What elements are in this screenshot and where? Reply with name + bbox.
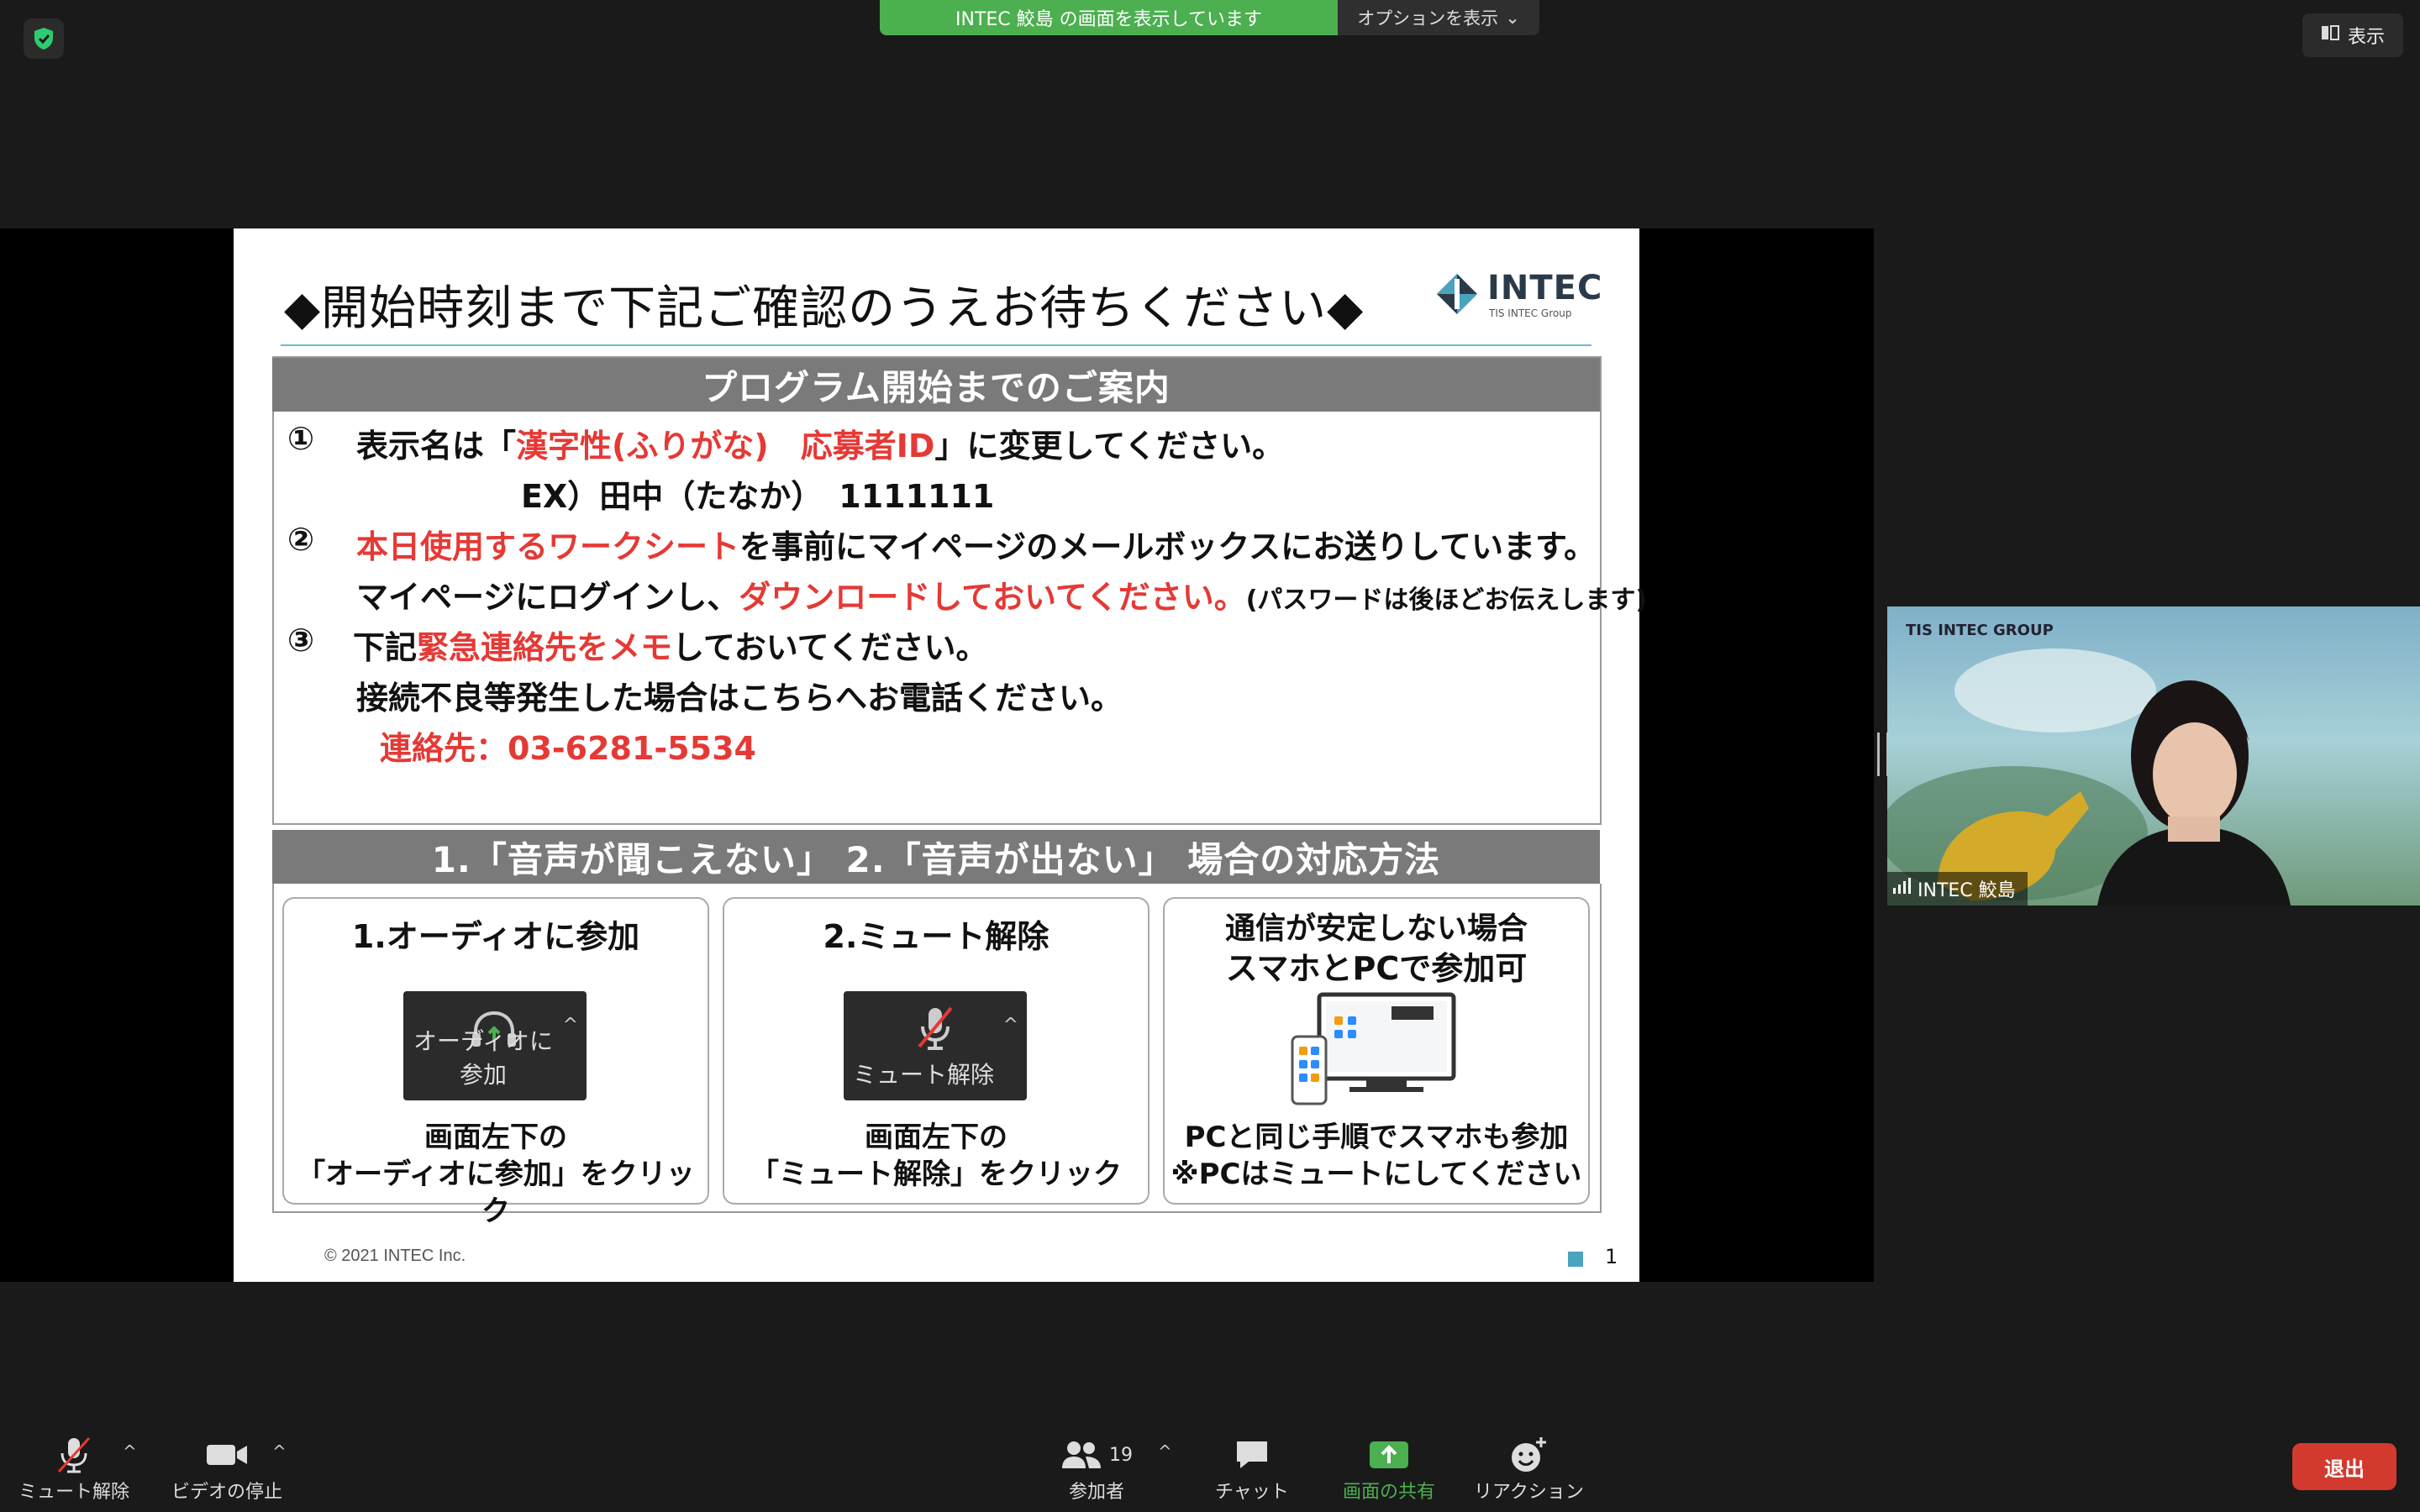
view-options-label: オプションを表示 [1357,8,1499,29]
item1-example: EX）田中（たなか） 1111111 [521,478,995,515]
stop-video-label: ビデオの停止 [171,1482,283,1503]
security-shield-icon[interactable] [24,18,64,59]
reactions-label: リアクション [1474,1482,1584,1503]
audio-options-caret-icon[interactable]: ^ [123,1441,137,1462]
share-screen-icon [1368,1433,1410,1477]
chevron-down-icon: ⌄ [1505,8,1520,28]
logo-name: INTEC [1487,269,1603,307]
view-label: 表示 [2347,27,2385,48]
title-divider [281,344,1591,346]
item2-text-line2: マイページにログインし、ダウンロードしておいてください。(パスワードは後ほどお伝… [356,579,1648,616]
card-title-line1: 通信が安定しない場合 [1224,911,1528,946]
participants-label: 参加者 [1068,1482,1124,1503]
signal-strength-icon [1892,878,1911,900]
slide-copyright: © 2021 INTEC Inc. [324,1247,466,1265]
card-smartphone: 通信が安定しない場合 スマホとPCで参加可 PCと同じ手順でスマホも参加 ※PC… [1163,897,1590,1205]
card-desc-line2: ※PCはミュートにしてください [1171,1158,1582,1191]
item2-number: ② [287,521,315,558]
section-heading-guide: プログラム開始までのご案内 [272,358,1600,412]
chat-button[interactable]: チャット [1215,1433,1289,1504]
view-options-button[interactable]: オプションを表示 ⌄ [1338,0,1539,35]
card-title: 2.ミュート解除 [823,918,1050,955]
card-desc-line1: PCと同じ手順でスマホも参加 [1184,1121,1569,1154]
card-join-audio: 1.オーディオに参加 ^ オーディオに参加 画面左下の 「オーディオに参加」をク… [282,897,709,1228]
share-screen-label: 画面の共有 [1343,1482,1436,1503]
screen-share-banner: INTEC 鮫島 の画面を表示しています [880,0,1338,35]
card-desc-line1: 画面左下の [865,1121,1007,1154]
participant-count: 19 [1109,1444,1133,1466]
presentation-slide: ◆開始時刻まで下記ご確認のうえお待ちください◆ INTEC TIS INTEC … [234,228,1647,1282]
unmute-button[interactable]: ミュート解除 [18,1433,129,1504]
intec-logo: INTEC TIS INTEC Group [1435,269,1603,323]
section-heading-audio: 1.「音声が聞こえない」 2.「音声が出ない」 場合の対応方法 [272,830,1600,884]
participant-name: INTEC 鮫島 [1918,880,2016,901]
item3-text-line2: 接続不良等発生した場合はこちらへお電話ください。 [356,680,1123,717]
contact-phone: 連絡先：03-6281-5534 [380,730,756,767]
leave-meeting-button[interactable]: 退出 [2292,1443,2396,1490]
caret-up-icon: ^ [562,1015,578,1036]
card-desc-line1: 画面左下の [424,1121,567,1154]
view-button[interactable]: 表示 [2302,13,2403,57]
participant-name-tag: INTEC 鮫島 [1887,872,2028,906]
unmute-sample-label: ミュート解除 [852,1061,994,1089]
logo-subtitle: TIS INTEC Group [1489,307,1572,319]
participants-options-caret-icon[interactable]: ^ [1158,1441,1172,1462]
muted-mic-icon [55,1433,92,1477]
intec-logo-icon [1437,274,1477,314]
card-title: 1.オーディオに参加 [351,918,640,955]
slide-page-number: 1 [1605,1245,1618,1268]
reactions-button[interactable]: リアクション [1474,1433,1584,1504]
stop-video-button[interactable]: ビデオの停止 [171,1433,282,1504]
card-desc-line2: 「オーディオに参加」をクリック [297,1158,695,1228]
unmute-sample-button: ^ ミュート解除 [844,991,1027,1100]
unmute-label: ミュート解除 [18,1482,130,1503]
chat-bubble-icon [1234,1433,1270,1477]
join-audio-sample-label: オーディオに参加 [413,1027,554,1089]
item3-number: ③ [287,622,315,659]
participant-video[interactable]: TIS INTEC GROUP INTEC 鮫島 [1887,606,2420,906]
item1-text: 表示名は「漢字性(ふりがな) 応募者ID」に変更してください。 [356,428,1285,465]
page-marker [1568,1252,1583,1267]
video-frame-image [1887,648,2291,906]
card-desc-line2: 「ミュート解除」をクリック [750,1158,1122,1191]
meeting-toolbar [0,1423,2420,1512]
card-unmute: 2.ミュート解除 ^ ミュート解除 画面左下の 「ミュート解除」をクリック [723,897,1150,1205]
participants-button[interactable]: 19 参加者 [1060,1433,1133,1504]
slide-title: ◆開始時刻まで下記ご確認のうえお待ちください◆ [284,281,1365,336]
item1-number: ① [287,420,315,457]
item3-text: 下記緊急連絡先をメモしておいてください。 [353,629,988,666]
video-brand-label: TIS INTEC GROUP [1906,622,2054,639]
item2-text: 本日使用するワークシートを事前にマイページのメールボックスにお送りしています。 [356,528,1597,565]
caret-up-icon: ^ [1002,1015,1018,1036]
participants-icon: 19 [1060,1433,1133,1477]
pc-and-smartphone-icon [1291,992,1456,1105]
video-options-caret-icon[interactable]: ^ [272,1441,287,1462]
card-title-line2: スマホとPCで参加可 [1225,950,1528,987]
add-reaction-icon [1509,1433,1548,1477]
chat-label: チャット [1215,1482,1289,1503]
muted-mic-icon [918,1006,953,1050]
video-camera-icon [205,1433,249,1477]
view-layout-icon [2321,24,2339,46]
join-audio-sample-button: ^ オーディオに参加 [403,991,587,1100]
share-screen-button[interactable]: 画面の共有 [1343,1433,1435,1504]
